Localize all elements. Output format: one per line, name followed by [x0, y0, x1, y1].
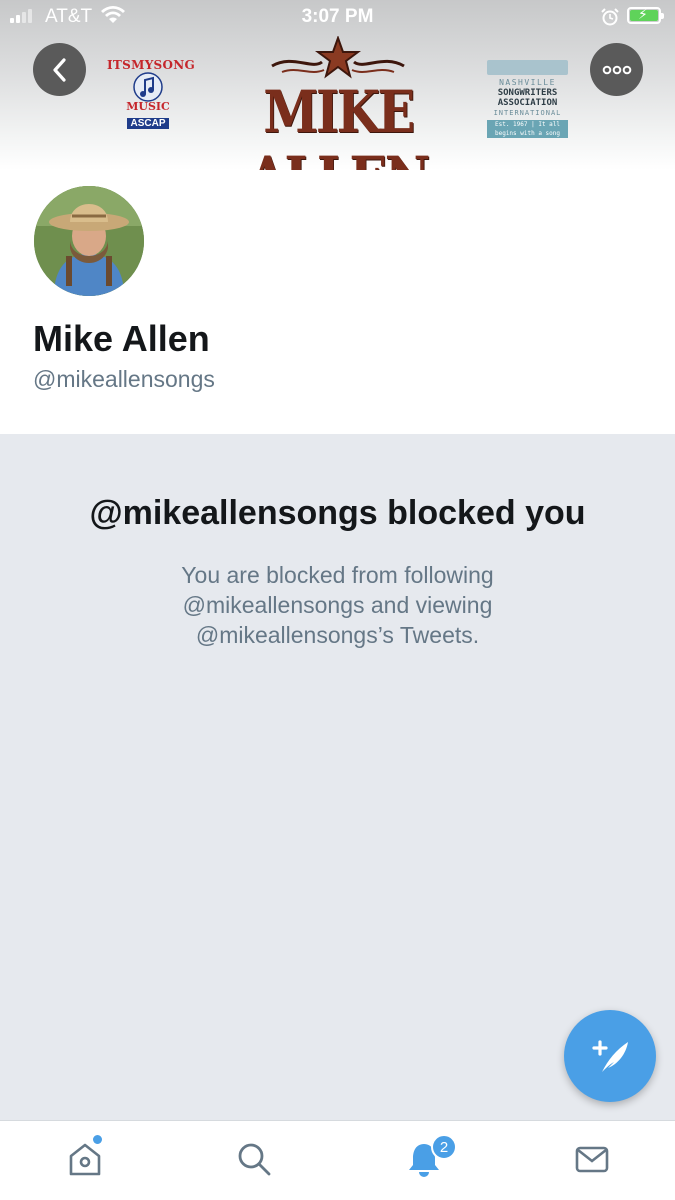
- status-bar: AT&T 3:07 PM ⚡: [0, 0, 675, 34]
- profile-banner: AT&T 3:07 PM ⚡ ITSMYSONG MUSIC ASCAP MIK: [0, 0, 675, 170]
- alarm-icon: [601, 8, 619, 31]
- nashville-songwriters-logo: NASHVILLE SONGWRITERS ASSOCIATION INTERN…: [487, 60, 568, 138]
- star-ornament-icon: [271, 36, 405, 79]
- search-icon: [238, 1143, 271, 1176]
- blocked-description: You are blocked from following @mikealle…: [181, 562, 494, 648]
- messages-icon: [575, 1146, 609, 1173]
- profile-handle: @mikeallensongs: [33, 366, 215, 392]
- guitar-skyline-icon: [487, 60, 568, 75]
- music-note-icon: [133, 72, 163, 102]
- more-dots-icon: [602, 65, 631, 74]
- itsmysong-music-logo: ITSMYSONG MUSIC ASCAP: [107, 58, 196, 129]
- more-options-button[interactable]: [590, 43, 643, 96]
- profile-name: Mike Allen: [33, 318, 210, 359]
- notifications-badge: 2: [431, 1134, 457, 1160]
- compose-tweet-button[interactable]: [564, 1010, 656, 1102]
- compose-tweet-icon: [592, 1040, 628, 1072]
- mike-allen-logo: MIKE ALLEN: [212, 36, 464, 170]
- blocked-title: @mikeallensongs blocked you: [89, 494, 586, 532]
- chevron-left-icon: [52, 57, 66, 82]
- bottom-tab-bar: [0, 1120, 675, 1200]
- home-unread-dot: [93, 1135, 102, 1144]
- avatar[interactable]: [30, 182, 148, 300]
- tab-home[interactable]: [65, 1139, 105, 1179]
- tab-search[interactable]: [234, 1139, 274, 1179]
- battery-icon: ⚡: [627, 6, 664, 24]
- avatar-image: [34, 186, 144, 296]
- status-time: 3:07 PM: [301, 6, 374, 27]
- profile-header: Mike Allen @mikeallensongs: [0, 170, 675, 434]
- home-icon: [69, 1143, 101, 1176]
- blocked-notice: @mikeallensongs blocked you You are bloc…: [0, 434, 675, 1120]
- back-button[interactable]: [33, 43, 86, 96]
- tab-messages[interactable]: [572, 1139, 612, 1179]
